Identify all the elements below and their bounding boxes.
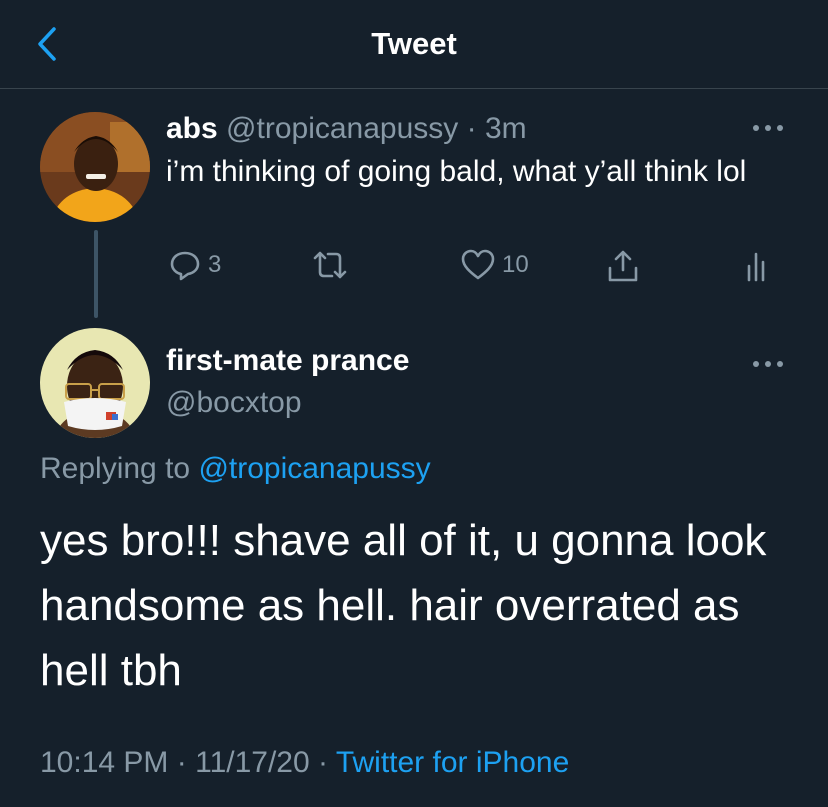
- tweet-date: 11/17/20: [195, 746, 310, 779]
- reply-button[interactable]: 3: [168, 248, 221, 282]
- original-tweet-time[interactable]: 3m: [485, 112, 527, 145]
- analytics-button[interactable]: [744, 248, 772, 282]
- replying-to-handle-link[interactable]: @tropicanapussy: [198, 452, 430, 485]
- original-author-name[interactable]: abs: [166, 112, 218, 145]
- reply-author-name[interactable]: first-mate prance: [166, 344, 409, 378]
- like-count: 10: [502, 251, 529, 278]
- avatar-reply-author[interactable]: [40, 328, 150, 438]
- analytics-icon: [747, 252, 765, 282]
- header-separator: ·: [466, 112, 477, 145]
- original-author-handle[interactable]: @tropicanapussy: [226, 112, 458, 145]
- thread-connector: [94, 230, 98, 318]
- meta-separator: ·: [318, 746, 329, 779]
- replying-to-line: Replying to @tropicanapussy: [40, 452, 431, 486]
- original-tweet-header: abs @tropicanapussy · 3m: [166, 112, 527, 146]
- retweet-button[interactable]: [310, 248, 350, 282]
- reply-tweet-text: yes bro!!! shave all of it, u gonna look…: [40, 516, 767, 695]
- original-tweet-more-button[interactable]: [748, 118, 788, 138]
- tweet-time: 10:14 PM: [40, 746, 169, 779]
- page-title: Tweet: [371, 26, 457, 61]
- reply-author-handle[interactable]: @bocxtop: [166, 386, 302, 420]
- like-button[interactable]: 10: [460, 248, 529, 282]
- top-nav-bar: Tweet: [0, 0, 828, 89]
- reply-tweet-more-button[interactable]: [748, 354, 788, 374]
- reply-icon: [170, 251, 200, 281]
- retweet-icon: [313, 251, 347, 279]
- reply-count: 3: [208, 251, 222, 278]
- more-horizontal-icon: [753, 125, 783, 131]
- heart-icon: [461, 249, 495, 280]
- meta-separator: ·: [176, 746, 187, 779]
- share-icon: [608, 250, 638, 282]
- tweet-source-link[interactable]: Twitter for iPhone: [336, 746, 569, 779]
- avatar-original-author[interactable]: [40, 112, 150, 222]
- replying-to-label: Replying to: [40, 452, 191, 485]
- more-horizontal-icon: [753, 361, 783, 367]
- share-button[interactable]: [606, 248, 640, 284]
- original-tweet-text: i’m thinking of going bald, what y’all t…: [166, 155, 747, 188]
- tweet-metadata: 10:14 PM · 11/17/20 · Twitter for iPhone: [40, 746, 569, 780]
